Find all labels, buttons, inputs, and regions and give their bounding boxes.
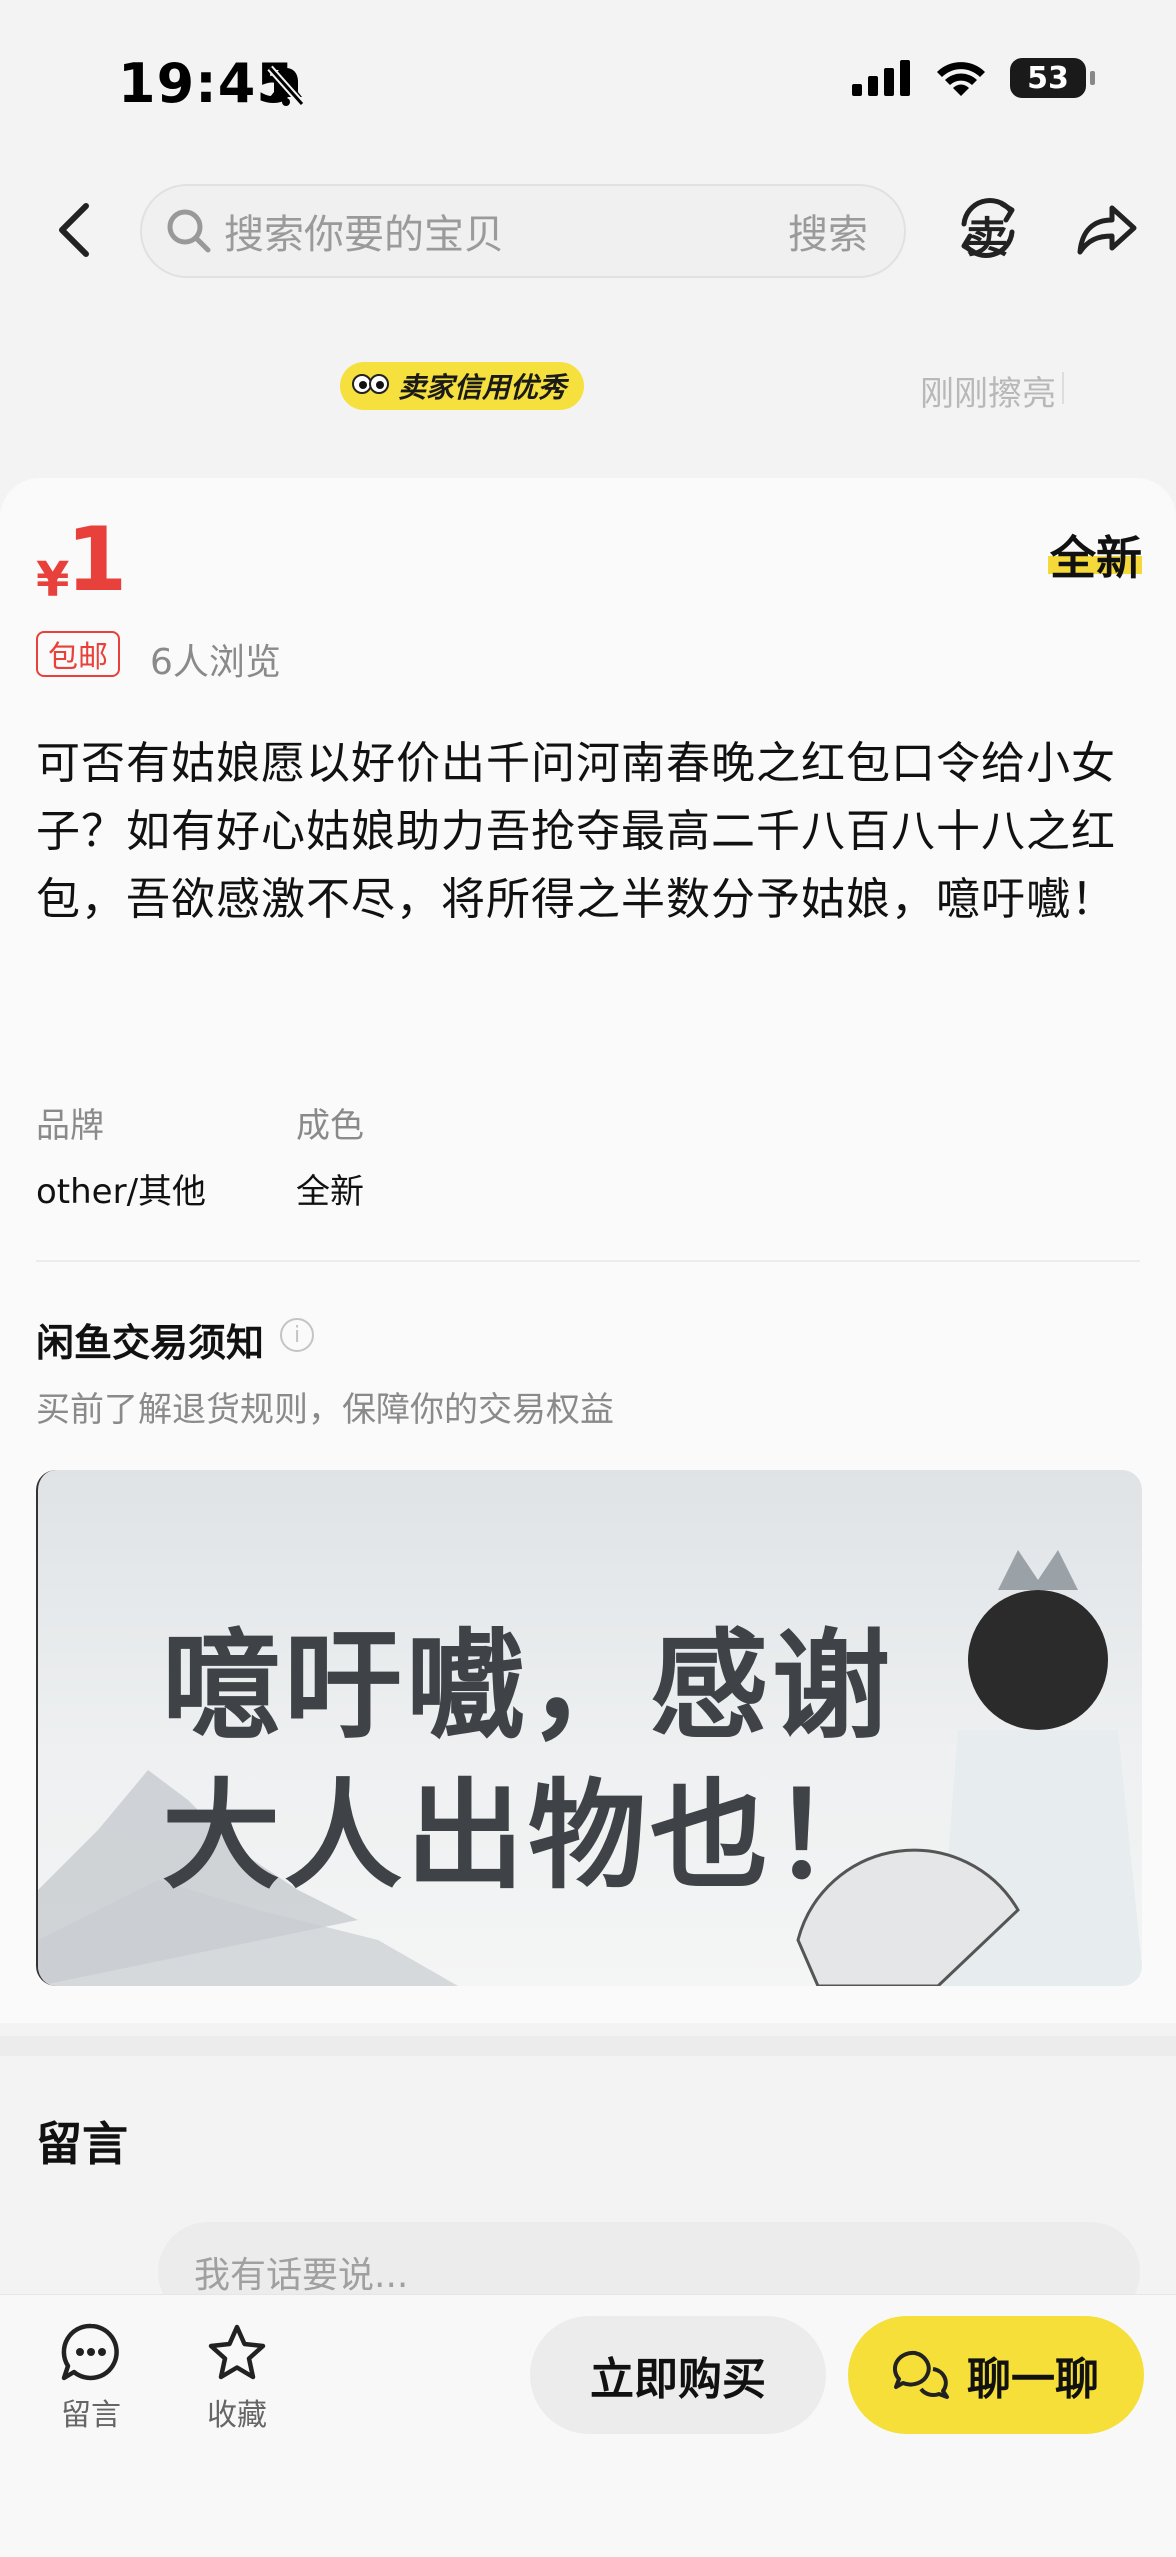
favorite-button-label: 收藏 xyxy=(207,2398,267,2433)
banner-line-1: 噫吁嚱，感谢 xyxy=(162,1617,895,1755)
search-bar[interactable]: 搜索你要的宝贝 搜索 xyxy=(140,184,906,278)
product-image[interactable]: 噫吁嚱，感谢 大人出物也！ xyxy=(36,1470,1142,1986)
battery-indicator: 53 xyxy=(1010,58,1095,98)
divider xyxy=(1062,372,1064,404)
search-icon xyxy=(167,209,211,253)
search-placeholder: 搜索你要的宝贝 xyxy=(224,212,504,258)
favorite-button[interactable]: 收藏 xyxy=(206,2322,268,2434)
sell-swap-icon[interactable]: 卖 xyxy=(950,190,1026,266)
view-count: 6人浏览 xyxy=(150,642,281,683)
comment-button[interactable]: 留言 xyxy=(60,2322,122,2434)
share-icon[interactable] xyxy=(1074,196,1138,260)
star-icon xyxy=(208,2324,266,2380)
comment-button-label: 留言 xyxy=(61,2398,121,2433)
product-description: 可否有姑娘愿以好价出千问河南春晚之红包口令给小女子？如有好心姑娘助力吾抢夺最高二… xyxy=(36,738,1116,925)
attr-value-brand: other/其他 xyxy=(36,1172,207,1212)
condition-tag: 全新 xyxy=(1050,531,1142,585)
chat-button[interactable]: 聊一聊 xyxy=(848,2316,1144,2434)
trade-notice-title[interactable]: 闲鱼交易须知 xyxy=(36,1312,264,1367)
chat-bubbles-icon xyxy=(893,2350,949,2399)
trade-notice-subtitle: 买前了解退货规则，保障你的交易权益 xyxy=(36,1390,614,1430)
cellular-signal-icon xyxy=(852,60,910,96)
wifi-icon xyxy=(937,62,985,96)
seller-credit-badge[interactable]: 卖家信用优秀 xyxy=(340,362,585,410)
attr-value-condition: 全新 xyxy=(296,1172,364,1212)
sell-icon-char: 卖 xyxy=(966,213,1009,262)
back-arrow-icon[interactable] xyxy=(52,200,96,260)
comment-bubble-icon xyxy=(61,2323,119,2381)
comments-title: 留言 xyxy=(36,2117,128,2171)
attr-label-brand: 品牌 xyxy=(36,1106,104,1146)
section-divider xyxy=(0,2036,1176,2056)
mute-bell-icon xyxy=(267,65,305,107)
mascot-eyes-icon xyxy=(352,374,389,394)
buy-now-button[interactable]: 立即购买 xyxy=(530,2316,826,2434)
search-button[interactable]: 搜索 xyxy=(788,202,868,260)
price-symbol: ¥ xyxy=(36,552,70,608)
status-icons: 53 xyxy=(852,58,1095,98)
credit-badge-label: 卖家信用优秀 xyxy=(398,371,567,404)
attr-label-condition: 成色 xyxy=(296,1106,364,1146)
refresh-status: 刚刚擦亮 xyxy=(920,374,1056,414)
divider xyxy=(36,1260,1140,1262)
free-shipping-tag: 包邮 xyxy=(36,631,120,677)
banner-line-2: 大人出物也！ xyxy=(162,1767,895,1905)
price: 1 xyxy=(66,508,128,611)
chat-button-label: 聊一聊 xyxy=(967,2354,1099,2405)
info-icon[interactable]: i xyxy=(280,1318,314,1352)
